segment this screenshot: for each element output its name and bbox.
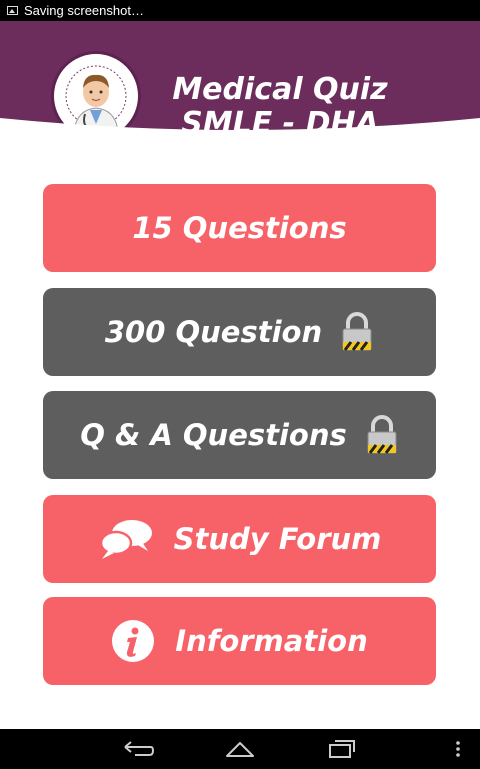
button-label: 300 Question	[104, 315, 323, 349]
title-line-1: Medical Quiz	[172, 72, 388, 107]
15-questions-button[interactable]: 15 Questions	[43, 184, 436, 272]
home-icon[interactable]	[224, 739, 256, 759]
recent-apps-icon[interactable]	[327, 739, 357, 759]
300-question-button[interactable]: 300 Question	[43, 288, 436, 376]
button-label: Information	[175, 624, 368, 658]
screenshot-icon	[7, 6, 18, 15]
menu-dots-icon[interactable]	[452, 739, 464, 759]
button-label: Study Forum	[173, 522, 382, 556]
lock-icon	[367, 415, 397, 454]
qa-questions-button[interactable]: Q & A Questions	[43, 391, 436, 479]
chat-bubbles-icon	[99, 520, 152, 559]
status-bar: Saving screenshot…	[0, 0, 480, 21]
navigation-bar	[0, 729, 480, 769]
lock-icon	[342, 312, 372, 351]
button-label: 15 Questions	[132, 211, 347, 245]
header-curve	[0, 118, 480, 142]
info-icon	[112, 620, 155, 662]
button-label: Q & A Questions	[80, 418, 347, 452]
status-notification: Saving screenshot…	[24, 3, 144, 18]
back-icon[interactable]	[121, 739, 155, 759]
information-button[interactable]: Information	[43, 597, 436, 685]
study-forum-button[interactable]: Study Forum	[43, 495, 436, 583]
app-header: Medical Quiz SMLE - DHA	[0, 21, 480, 142]
